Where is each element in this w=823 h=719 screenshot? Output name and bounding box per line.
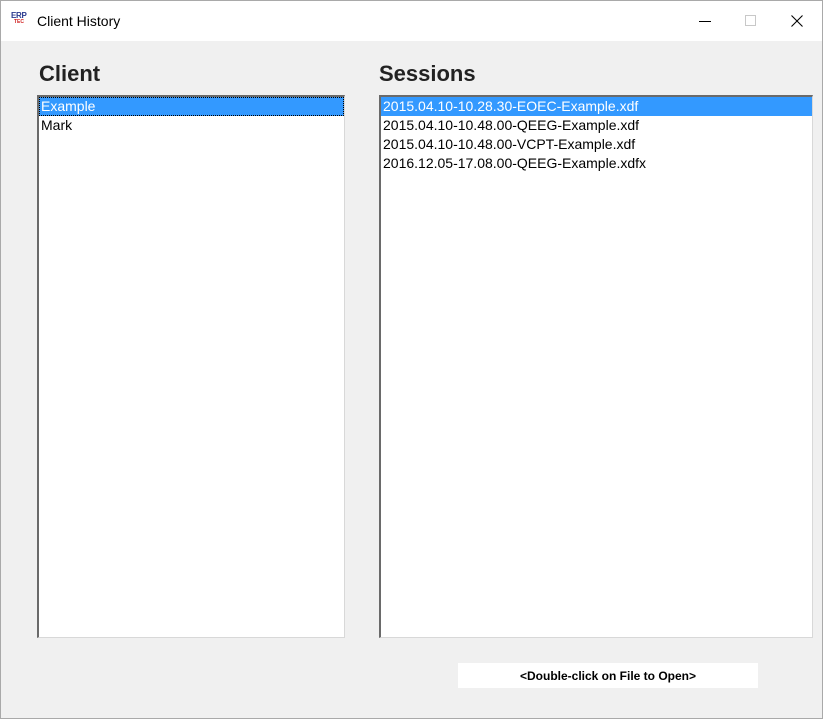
client-heading: Client bbox=[39, 61, 101, 86]
maximize-icon bbox=[745, 15, 756, 26]
title-bar[interactable]: ERP TEC Client History bbox=[1, 1, 822, 41]
app-icon-subtext: TEC bbox=[14, 19, 24, 25]
erp-app-icon: ERP TEC bbox=[11, 12, 27, 28]
minimize-button[interactable] bbox=[682, 1, 728, 41]
open-file-hint: <Double-click on File to Open> bbox=[458, 663, 758, 688]
client-history-window: ERP TEC Client History Client Sessions E… bbox=[0, 0, 823, 719]
sessions-listbox[interactable]: 2015.04.10-10.28.30-EOEC-Example.xdf 201… bbox=[379, 95, 813, 638]
window-title: Client History bbox=[37, 13, 121, 29]
minimize-icon bbox=[699, 21, 711, 22]
close-button[interactable] bbox=[774, 1, 820, 41]
client-item-example[interactable]: Example bbox=[39, 97, 344, 116]
session-item[interactable]: 2015.04.10-10.48.00-QEEG-Example.xdf bbox=[381, 116, 812, 135]
session-item[interactable]: 2015.04.10-10.28.30-EOEC-Example.xdf bbox=[381, 97, 812, 116]
maximize-button[interactable] bbox=[728, 1, 774, 41]
close-icon bbox=[791, 15, 803, 27]
sessions-heading: Sessions bbox=[379, 61, 476, 86]
session-item[interactable]: 2016.12.05-17.08.00-QEEG-Example.xdfx bbox=[381, 154, 812, 173]
session-item[interactable]: 2015.04.10-10.48.00-VCPT-Example.xdf bbox=[381, 135, 812, 154]
client-item-mark[interactable]: Mark bbox=[39, 116, 344, 135]
client-listbox[interactable]: Example Mark bbox=[37, 95, 345, 638]
